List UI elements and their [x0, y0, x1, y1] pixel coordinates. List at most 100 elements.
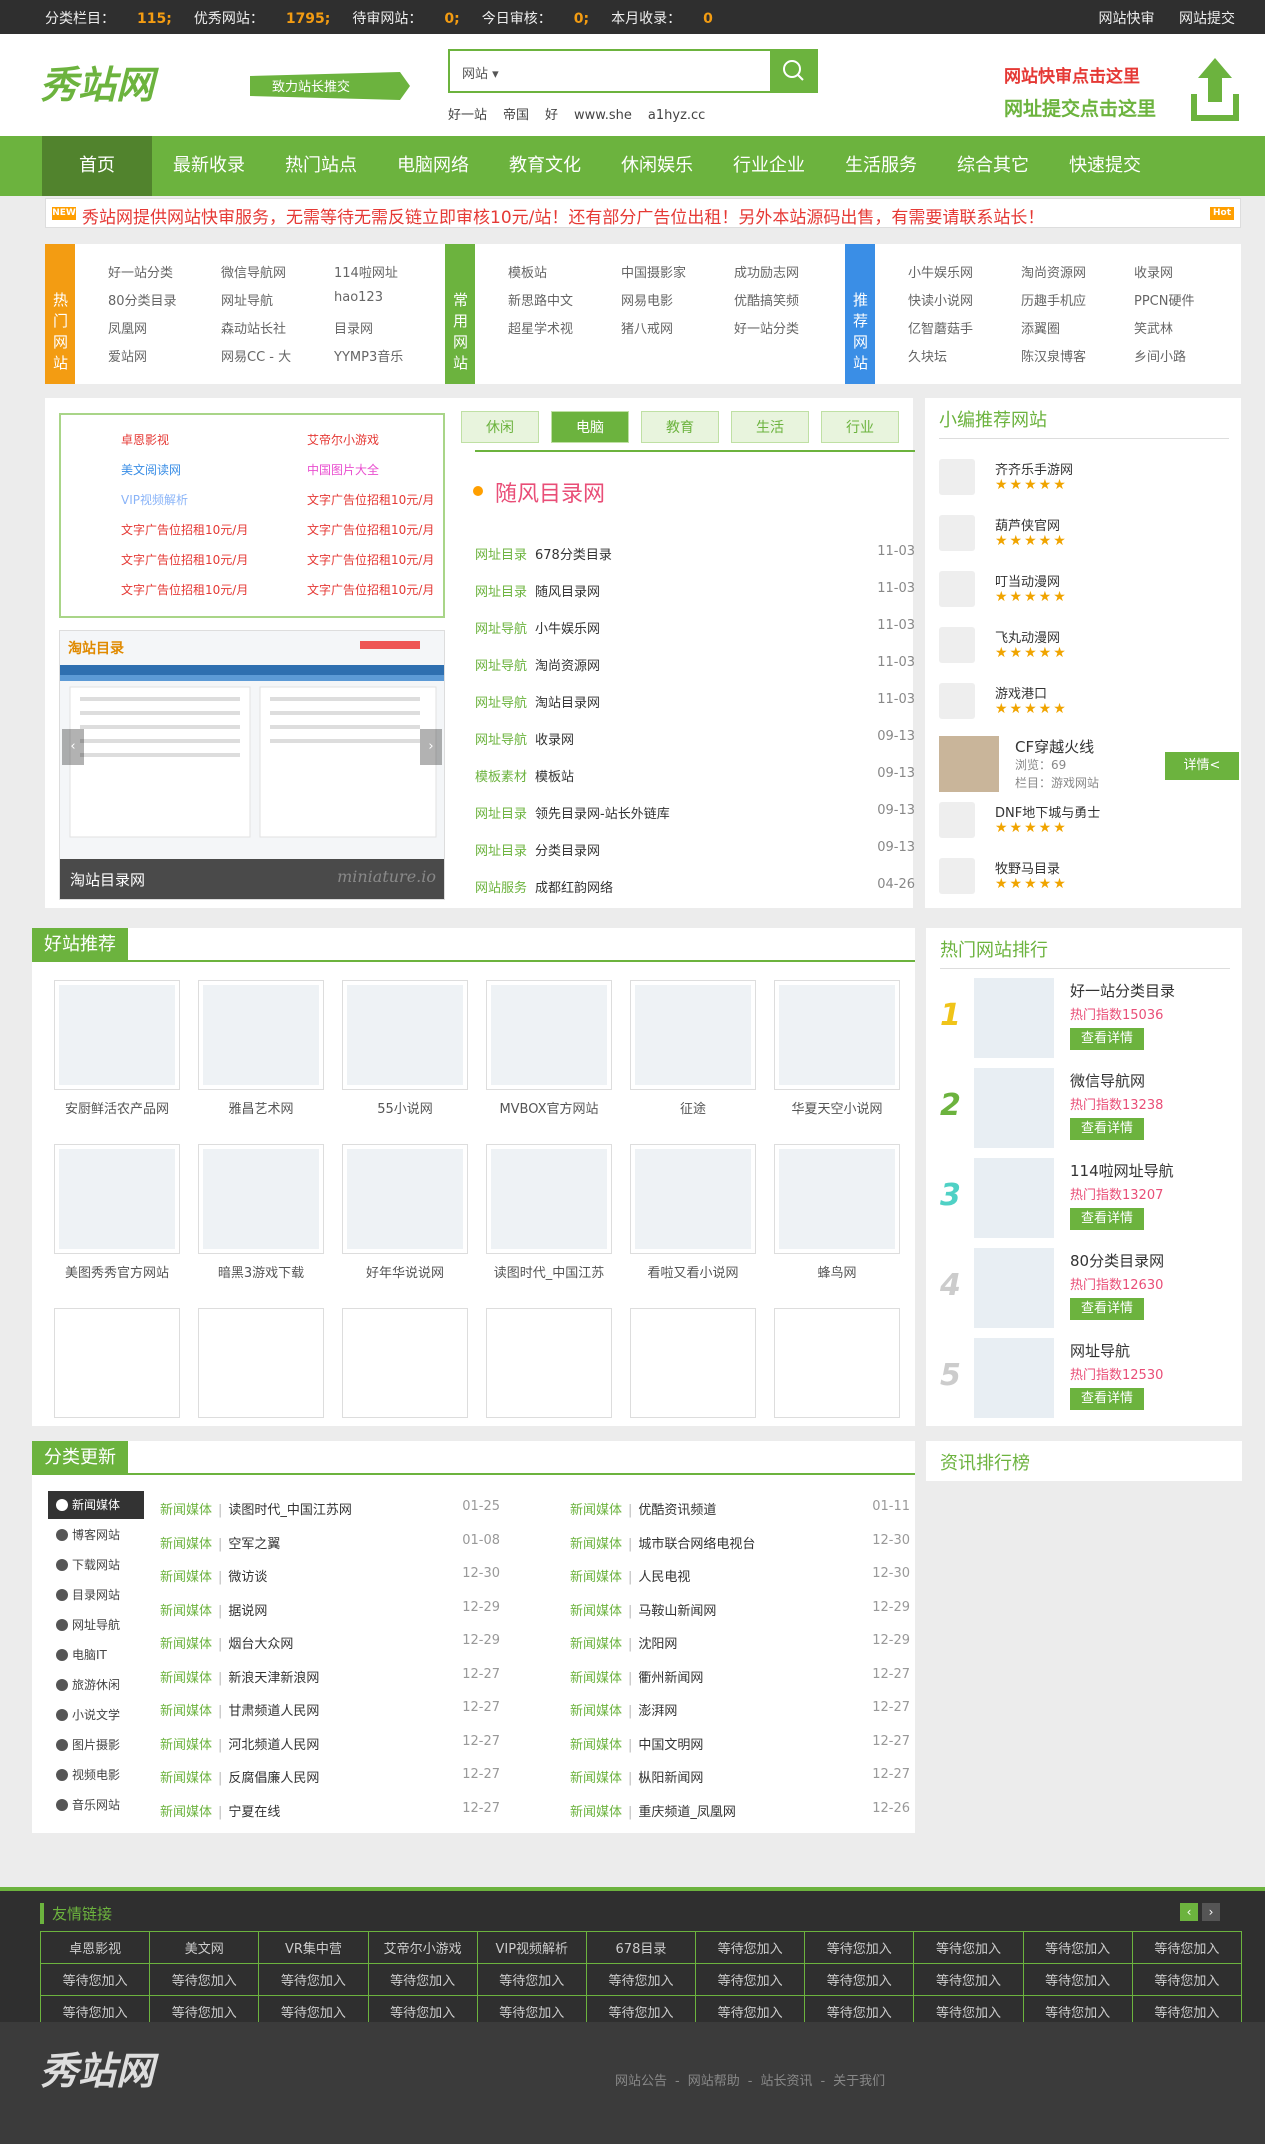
site-thumbnail[interactable]: [630, 980, 756, 1090]
site-thumbnail[interactable]: [630, 1308, 756, 1418]
site-thumbnail[interactable]: [486, 1144, 612, 1254]
quick-link[interactable]: YYMP3音乐: [334, 346, 403, 365]
update-category-item[interactable]: 博客网站: [48, 1521, 144, 1549]
latest-row[interactable]: 模板素材 模板站 09-13: [475, 766, 915, 785]
footer-link[interactable]: 网站公告: [615, 2074, 667, 2089]
update-category[interactable]: 新闻媒体: [570, 1537, 622, 1552]
recommend-item[interactable]: 葫芦侠官网 ★★★★★: [939, 511, 1239, 563]
quick-link[interactable]: hao123: [334, 290, 383, 305]
update-row[interactable]: 新闻媒体 | 空军之翼 01-08: [160, 1533, 500, 1552]
rank-item[interactable]: 2 微信导航网 热门指数13238 查看详情: [940, 1068, 1240, 1158]
text-ad-link[interactable]: 文字广告位招租10元/月: [307, 551, 434, 568]
update-category[interactable]: 新闻媒体: [160, 1805, 212, 1820]
friend-link[interactable]: 美文网: [149, 1931, 260, 1964]
quick-link[interactable]: 好一站分类: [108, 262, 173, 281]
search-box[interactable]: 网站 ▾: [448, 49, 818, 93]
recommend-item[interactable]: 游戏港口 ★★★★★: [939, 679, 1239, 731]
update-category[interactable]: 新闻媒体: [570, 1503, 622, 1518]
site-thumbnail[interactable]: [486, 1308, 612, 1418]
rank-site-name[interactable]: 微信导航网: [1070, 1070, 1145, 1091]
update-row[interactable]: 新闻媒体 | 新浪天津新浪网 12-27: [160, 1667, 500, 1686]
friend-link[interactable]: 678目录: [585, 1931, 697, 1964]
update-category[interactable]: 新闻媒体: [570, 1771, 622, 1786]
update-row[interactable]: 新闻媒体 | 宁夏在线 12-27: [160, 1801, 500, 1820]
site-thumbnail[interactable]: [774, 980, 900, 1090]
quick-link[interactable]: 网址导航: [221, 290, 273, 309]
quick-link[interactable]: 收录网: [1134, 262, 1173, 281]
search-type-select[interactable]: 网站 ▾: [462, 63, 499, 82]
rank-item[interactable]: 4 80分类目录网 热门指数12630 查看详情: [940, 1248, 1240, 1338]
update-site-name[interactable]: 优酷资讯频道: [638, 1503, 716, 1518]
quick-link[interactable]: 亿智蘑菇手: [908, 318, 973, 337]
friend-link[interactable]: 等待您加入: [695, 1963, 806, 1996]
quick-link[interactable]: 猪八戒网: [621, 318, 673, 337]
footer-link[interactable]: 关于我们: [833, 2074, 885, 2089]
view-details-button[interactable]: 查看详情: [1070, 1028, 1144, 1050]
update-category[interactable]: 新闻媒体: [570, 1805, 622, 1820]
footer-link[interactable]: 网站帮助: [688, 2074, 740, 2089]
quick-link[interactable]: 久块坛: [908, 346, 947, 365]
latest-site-name[interactable]: 淘尚资源网: [535, 659, 600, 674]
update-category-item[interactable]: 目录网站: [48, 1581, 144, 1609]
latest-category[interactable]: 网址目录: [475, 807, 527, 822]
category-tab[interactable]: 休闲: [461, 411, 539, 443]
update-site-name[interactable]: 反腐倡廉人民网: [228, 1771, 319, 1786]
recommend-item[interactable]: 齐齐乐手游网 ★★★★★: [939, 455, 1239, 507]
friend-link[interactable]: 艾帝尔小游戏: [367, 1931, 478, 1964]
update-category[interactable]: 新闻媒体: [570, 1637, 622, 1652]
update-site-name[interactable]: 马鞍山新闻网: [638, 1604, 716, 1619]
footer-link[interactable]: 站长资讯: [760, 2074, 812, 2089]
view-details-button[interactable]: 查看详情: [1070, 1208, 1144, 1230]
latest-row[interactable]: 网址目录 领先目录网-站长外链库 09-13: [475, 803, 915, 822]
quick-link[interactable]: 80分类目录: [108, 290, 177, 309]
quick-link[interactable]: 好一站分类: [734, 318, 799, 337]
friend-link[interactable]: 等待您加入: [1131, 1963, 1243, 1996]
quick-link[interactable]: 凤凰网: [108, 318, 147, 337]
recommend-item[interactable]: 飞丸动漫网 ★★★★★: [939, 623, 1239, 675]
latest-site-name[interactable]: 分类目录网: [535, 844, 600, 859]
recommend-name[interactable]: DNF地下城与勇士: [995, 802, 1100, 821]
notice-text[interactable]: 秀站网提供网站快审服务，无需等待无需反链立即审核10元/站！还有部分广告位出租！…: [82, 203, 1044, 228]
feature-title[interactable]: 随风目录网: [495, 476, 605, 508]
update-row[interactable]: 新闻媒体 | 优酷资讯频道 01-11: [570, 1499, 910, 1518]
site-thumbnail[interactable]: [54, 980, 180, 1090]
text-ad-link[interactable]: 中国图片大全: [307, 461, 379, 478]
rank-site-name[interactable]: 114啦网址导航: [1070, 1160, 1174, 1181]
update-site-name[interactable]: 沈阳网: [638, 1637, 677, 1652]
update-site-name[interactable]: 据说网: [228, 1604, 267, 1619]
site-thumbnail[interactable]: [774, 1144, 900, 1254]
nav-item[interactable]: 最新收录: [154, 136, 264, 196]
text-ad-link[interactable]: 文字广告位招租10元/月: [307, 521, 434, 538]
quick-link[interactable]: 爱站网: [108, 346, 147, 365]
update-site-name[interactable]: 中国文明网: [638, 1738, 703, 1753]
update-row[interactable]: 新闻媒体 | 人民电视 12-30: [570, 1566, 910, 1585]
latest-site-name[interactable]: 成都红韵网络: [535, 881, 613, 896]
friend-link[interactable]: 等待您加入: [1022, 1931, 1133, 1964]
update-site-name[interactable]: 宁夏在线: [228, 1805, 280, 1820]
update-category-item[interactable]: 新闻媒体: [48, 1491, 144, 1519]
quick-link[interactable]: 114啦网址: [334, 262, 398, 281]
latest-category[interactable]: 网址导航: [475, 696, 527, 711]
update-category[interactable]: 新闻媒体: [160, 1738, 212, 1753]
hot-word-link[interactable]: 好: [545, 108, 558, 123]
site-caption[interactable]: 55小说网: [342, 1098, 468, 1117]
slide-caption[interactable]: 淘站目录网 miniature.io: [60, 859, 444, 899]
rank-site-name[interactable]: 80分类目录网: [1070, 1250, 1164, 1271]
quick-link[interactable]: 网易电影: [621, 290, 673, 309]
site-caption[interactable]: 雅昌艺术网: [198, 1098, 324, 1117]
nav-item[interactable]: 休闲娱乐: [602, 136, 712, 196]
update-row[interactable]: 新闻媒体 | 中国文明网 12-27: [570, 1734, 910, 1753]
site-caption[interactable]: 读图时代_中国江苏: [486, 1262, 612, 1281]
rank-item[interactable]: 5 网址导航 热门指数12530 查看详情: [940, 1338, 1240, 1428]
latest-site-name[interactable]: 淘站目录网: [535, 696, 600, 711]
update-site-name[interactable]: 新浪天津新浪网: [228, 1671, 319, 1686]
update-category-item[interactable]: 电脑IT: [48, 1641, 144, 1669]
nav-item[interactable]: 行业企业: [714, 136, 824, 196]
update-site-name[interactable]: 枞阳新闻网: [638, 1771, 703, 1786]
text-ad-link[interactable]: 卓恩影视: [121, 431, 169, 448]
text-ad-link[interactable]: 文字广告位招租10元/月: [121, 521, 248, 538]
hot-word-link[interactable]: www.she: [574, 108, 632, 123]
update-row[interactable]: 新闻媒体 | 沈阳网 12-29: [570, 1633, 910, 1652]
friend-link[interactable]: 等待您加入: [804, 1963, 915, 1996]
site-thumbnail[interactable]: [198, 1308, 324, 1418]
